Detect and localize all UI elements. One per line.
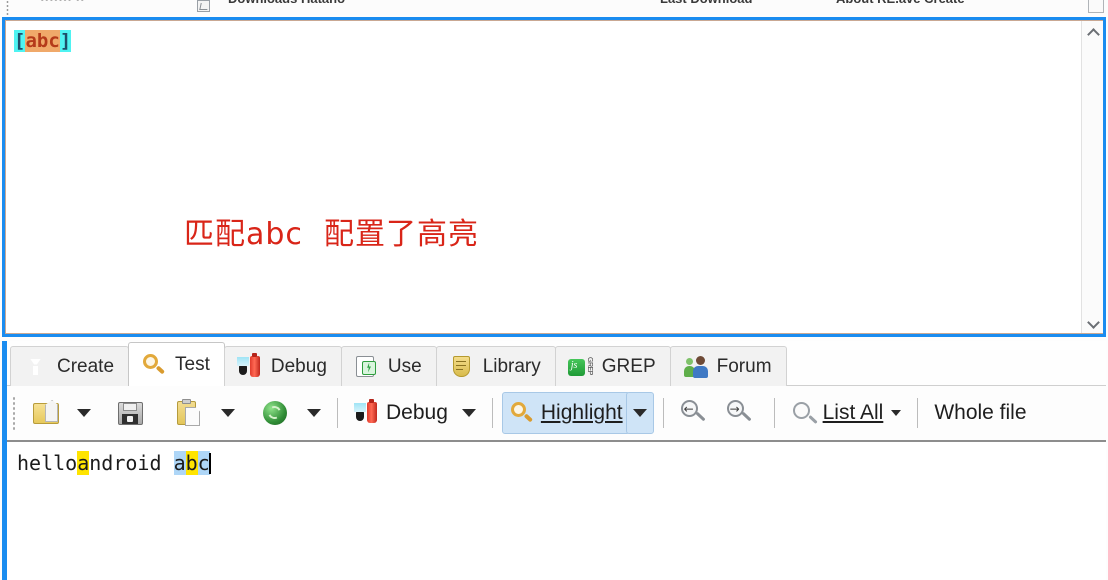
magnifier-icon	[791, 400, 818, 426]
scroll-down-icon[interactable]	[1082, 311, 1103, 331]
list-all-label: List All	[822, 401, 884, 424]
toolbar-grip-handle[interactable]	[6, 0, 9, 15]
chevron-down-icon	[221, 409, 235, 417]
create-icon	[23, 354, 49, 380]
open-file-dropdown[interactable]	[70, 392, 98, 434]
folder-icon	[31, 399, 59, 427]
toolbar-separator	[917, 398, 919, 428]
match-highlight-b: b	[185, 451, 198, 475]
tab-library-label: Library	[482, 355, 541, 377]
top-ghost-right: About RE.ave Create	[836, 0, 965, 6]
find-previous-icon: ←	[680, 399, 706, 427]
match-highlight-a: a	[77, 451, 90, 475]
toolbar-separator	[491, 398, 493, 428]
open-file-button[interactable]	[24, 392, 70, 434]
debug-label: Debug	[386, 401, 448, 424]
action-toolbar: Debug Highlight ← → List All Whole file	[2, 386, 1106, 442]
tab-test[interactable]: Test	[128, 342, 225, 386]
app-window: ••••••• •• Downloads Hatano Last Downloa…	[0, 0, 1108, 580]
text-mid: ndroid	[89, 451, 174, 475]
selection-a: a	[173, 451, 186, 475]
main-tab-bar: Create Test Debug Use Library GREP GREP	[2, 341, 1106, 386]
regex-code-line: [abc]	[14, 29, 72, 53]
tab-grep[interactable]: GREP GREP	[554, 346, 671, 386]
find-next-icon: →	[726, 399, 752, 427]
annotation-text: 匹配abc 配置了高亮	[184, 217, 479, 252]
debug-dropdown[interactable]	[455, 392, 483, 434]
subject-text-panel[interactable]: helloandroid abc	[2, 442, 1106, 580]
forum-icon	[683, 354, 709, 380]
library-icon	[449, 354, 475, 380]
top-small-button[interactable]	[197, 0, 210, 12]
tab-test-label: Test	[175, 353, 210, 375]
tab-forum[interactable]: Forum	[669, 346, 787, 386]
scroll-up-icon[interactable]	[1082, 23, 1103, 43]
tab-use[interactable]: Use	[340, 346, 437, 386]
toolbar-separator	[337, 398, 338, 428]
paste-dropdown[interactable]	[214, 392, 242, 434]
web-dropdown[interactable]	[300, 392, 328, 434]
search-scope-button[interactable]: Whole file	[927, 392, 1033, 434]
tab-debug-label: Debug	[270, 355, 327, 377]
clipboard-icon	[175, 399, 201, 427]
tabbar-left-accent	[2, 341, 7, 386]
tab-debug[interactable]: Debug	[223, 346, 342, 386]
chevron-down-icon	[891, 410, 902, 416]
tab-create[interactable]: Create	[10, 346, 130, 386]
highlight-dropdown[interactable]	[625, 392, 654, 434]
chevron-down-icon	[461, 409, 476, 417]
globe-icon	[261, 399, 287, 427]
editor-vertical-scrollbar[interactable]	[1081, 21, 1103, 333]
top-ghost-left: ••••••• ••	[40, 0, 85, 6]
paste-button[interactable]	[168, 392, 214, 434]
grep-icon: GREP	[567, 354, 594, 380]
chevron-down-icon	[307, 409, 321, 417]
tab-library[interactable]: Library	[435, 346, 556, 386]
tab-create-label: Create	[57, 355, 115, 377]
token-close-bracket: ]	[59, 30, 72, 52]
use-icon	[354, 354, 380, 380]
chevron-down-icon	[77, 409, 91, 417]
toolbar-grip-handle[interactable]	[12, 396, 16, 430]
debug-button[interactable]: Debug	[347, 392, 455, 434]
highlight-button[interactable]: Highlight	[501, 392, 630, 434]
editor-pane: [abc] 匹配abc 配置了高亮	[2, 17, 1106, 337]
toolbar-left-accent	[2, 386, 7, 442]
editor-inner: [abc] 匹配abc 配置了高亮	[5, 20, 1103, 334]
top-toolbar-strip: ••••••• •• Downloads Hatano Last Downloa…	[0, 0, 1108, 15]
editor-text-area[interactable]: [abc] 匹配abc 配置了高亮	[6, 21, 1081, 333]
list-all-button[interactable]: List All	[784, 392, 909, 434]
top-ghost-mid: Downloads Hatano	[228, 0, 345, 6]
find-next-button[interactable]: →	[719, 392, 765, 434]
token-pattern: abc	[25, 30, 60, 52]
tab-list: Create Test Debug Use Library GREP GREP	[10, 342, 787, 386]
tab-use-label: Use	[387, 355, 422, 377]
top-ghost-mid2: Last Download	[660, 0, 752, 6]
tab-grep-label: GREP	[601, 355, 656, 377]
find-previous-button[interactable]: ←	[673, 392, 719, 434]
save-button[interactable]	[110, 392, 156, 434]
highlight-label: Highlight	[540, 401, 623, 424]
top-right-button[interactable]	[1088, 0, 1104, 13]
text-caret	[208, 453, 211, 474]
magnifier-icon	[509, 400, 535, 426]
debug-icon	[354, 399, 380, 426]
toolbar-separator	[662, 398, 664, 428]
tab-forum-label: Forum	[716, 355, 772, 377]
token-open-bracket: [	[14, 30, 26, 52]
text-prefix: hello	[17, 451, 78, 475]
magnifier-icon	[141, 352, 167, 378]
search-scope-label: Whole file	[934, 401, 1027, 424]
floppy-disk-icon	[117, 400, 143, 427]
debug-icon	[236, 352, 263, 380]
chevron-down-icon	[632, 409, 647, 417]
web-button[interactable]	[254, 392, 300, 434]
subject-text-line: helloandroid abc	[17, 450, 211, 476]
toolbar-separator	[773, 398, 775, 428]
